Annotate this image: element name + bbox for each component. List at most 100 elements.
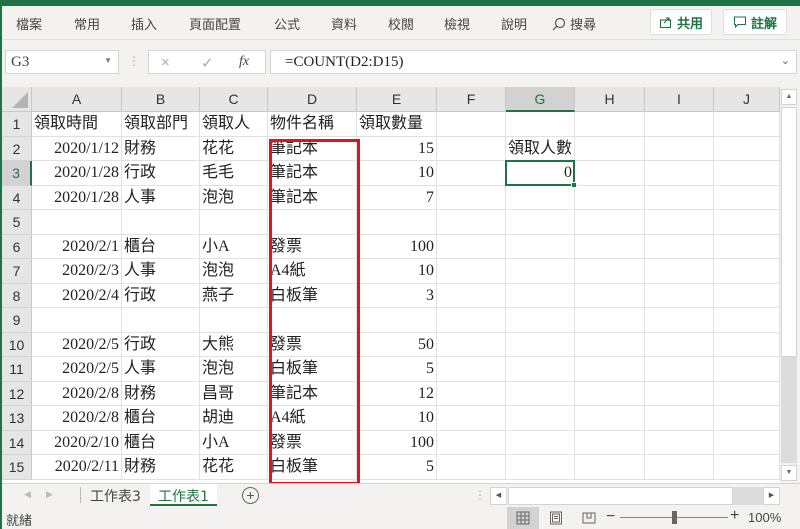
cell-c10[interactable]: 大熊 [200, 332, 268, 357]
cell-b14[interactable]: 櫃台 [122, 430, 200, 455]
cell-d8[interactable]: 白板筆 [268, 283, 357, 308]
cell-f7[interactable] [437, 259, 506, 284]
cell-g9[interactable] [506, 308, 575, 333]
column-header-j[interactable]: J [714, 87, 780, 112]
cell-j11[interactable] [714, 357, 780, 382]
chevron-down-icon[interactable]: ▼ [104, 56, 112, 65]
cell-d13[interactable]: A4紙 [268, 406, 357, 431]
cell-h8[interactable] [575, 283, 645, 308]
cell-h15[interactable] [575, 455, 645, 480]
row-header-2[interactable]: 2 [2, 136, 32, 161]
column-header-c[interactable]: C [200, 87, 268, 112]
cell-j9[interactable] [714, 308, 780, 333]
cell-g4[interactable] [506, 185, 575, 210]
cell-c5[interactable] [200, 210, 268, 235]
tab-home[interactable]: 常用 [74, 14, 100, 33]
zoom-slider-thumb[interactable] [672, 511, 677, 524]
column-header-h[interactable]: H [575, 87, 645, 112]
cell-g2[interactable]: 領取人數 [506, 136, 575, 161]
cell-a6[interactable]: 2020/2/1 [32, 234, 122, 259]
cell-d2[interactable]: 筆記本 [268, 136, 357, 161]
column-header-d[interactable]: D [268, 87, 357, 112]
cell-h4[interactable] [575, 185, 645, 210]
search-box[interactable]: 搜尋 [552, 14, 596, 33]
cell-j8[interactable] [714, 283, 780, 308]
cell-e6[interactable]: 100 [357, 234, 437, 259]
cell-c3[interactable]: 毛毛 [200, 161, 268, 186]
cell-j2[interactable] [714, 136, 780, 161]
cell-h13[interactable] [575, 406, 645, 431]
cell-c1[interactable]: 領取人 [200, 112, 268, 137]
cell-e1[interactable]: 領取數量 [357, 112, 437, 137]
cell-d7[interactable]: A4紙 [268, 259, 357, 284]
cell-f11[interactable] [437, 357, 506, 382]
cell-f15[interactable] [437, 455, 506, 480]
tab-file[interactable]: 檔案 [16, 14, 42, 33]
horizontal-scroll-thumb[interactable] [508, 487, 733, 505]
cell-i6[interactable] [645, 234, 714, 259]
cell-j4[interactable] [714, 185, 780, 210]
cell-a11[interactable]: 2020/2/5 [32, 357, 122, 382]
cell-a8[interactable]: 2020/2/4 [32, 283, 122, 308]
vertical-scroll-track[interactable] [781, 357, 797, 463]
cell-b13[interactable]: 櫃台 [122, 406, 200, 431]
cell-i12[interactable] [645, 381, 714, 406]
comments-button[interactable]: 註解 [723, 9, 787, 35]
cell-c7[interactable]: 泡泡 [200, 259, 268, 284]
cell-e9[interactable] [357, 308, 437, 333]
formula-input[interactable]: =COUNT(D2:D15) ⌄ [270, 50, 797, 74]
cell-d6[interactable]: 發票 [268, 234, 357, 259]
tab-data[interactable]: 資料 [331, 14, 357, 33]
cell-c6[interactable]: 小A [200, 234, 268, 259]
cell-g15[interactable] [506, 455, 575, 480]
cell-j15[interactable] [714, 455, 780, 480]
cell-a13[interactable]: 2020/2/8 [32, 406, 122, 431]
row-header-13[interactable]: 13 [2, 406, 32, 431]
cell-a14[interactable]: 2020/2/10 [32, 430, 122, 455]
cell-j12[interactable] [714, 381, 780, 406]
splitter-handle[interactable]: ⋮ [128, 54, 140, 68]
cell-f5[interactable] [437, 210, 506, 235]
fill-handle[interactable] [571, 181, 577, 188]
cell-a15[interactable]: 2020/2/11 [32, 455, 122, 480]
cell-g7[interactable] [506, 259, 575, 284]
cell-b2[interactable]: 財務 [122, 136, 200, 161]
cell-e5[interactable] [357, 210, 437, 235]
scroll-up-icon[interactable]: ▲ [781, 89, 797, 105]
cell-i5[interactable] [645, 210, 714, 235]
cell-a3[interactable]: 2020/1/28 [32, 161, 122, 186]
cell-a2[interactable]: 2020/1/12 [32, 136, 122, 161]
page-break-view-button[interactable] [573, 507, 605, 529]
tab-help[interactable]: 說明 [501, 14, 527, 33]
expand-formula-bar-icon[interactable]: ⌄ [781, 54, 790, 67]
column-header-a[interactable]: A [32, 87, 122, 112]
select-all-button[interactable] [2, 87, 32, 112]
cell-j3[interactable] [714, 161, 780, 186]
cell-h12[interactable] [575, 381, 645, 406]
cell-i4[interactable] [645, 185, 714, 210]
cell-c2[interactable]: 花花 [200, 136, 268, 161]
cell-h7[interactable] [575, 259, 645, 284]
cell-i1[interactable] [645, 112, 714, 137]
cell-h11[interactable] [575, 357, 645, 382]
vertical-scroll-thumb[interactable] [781, 107, 797, 357]
cell-e14[interactable]: 100 [357, 430, 437, 455]
row-header-14[interactable]: 14 [2, 430, 32, 455]
cell-b12[interactable]: 財務 [122, 381, 200, 406]
cell-i15[interactable] [645, 455, 714, 480]
cell-j5[interactable] [714, 210, 780, 235]
cell-b8[interactable]: 行政 [122, 283, 200, 308]
tab-splitter-handle[interactable]: ⋮ [474, 488, 486, 502]
cell-g13[interactable] [506, 406, 575, 431]
column-header-e[interactable]: E [357, 87, 437, 112]
cell-e3[interactable]: 10 [357, 161, 437, 186]
cell-c15[interactable]: 花花 [200, 455, 268, 480]
row-header-11[interactable]: 11 [2, 357, 32, 382]
row-header-1[interactable]: 1 [2, 112, 32, 137]
row-header-8[interactable]: 8 [2, 283, 32, 308]
cell-h9[interactable] [575, 308, 645, 333]
cell-j6[interactable] [714, 234, 780, 259]
cell-i3[interactable] [645, 161, 714, 186]
cell-c12[interactable]: 昌哥 [200, 381, 268, 406]
cell-f14[interactable] [437, 430, 506, 455]
